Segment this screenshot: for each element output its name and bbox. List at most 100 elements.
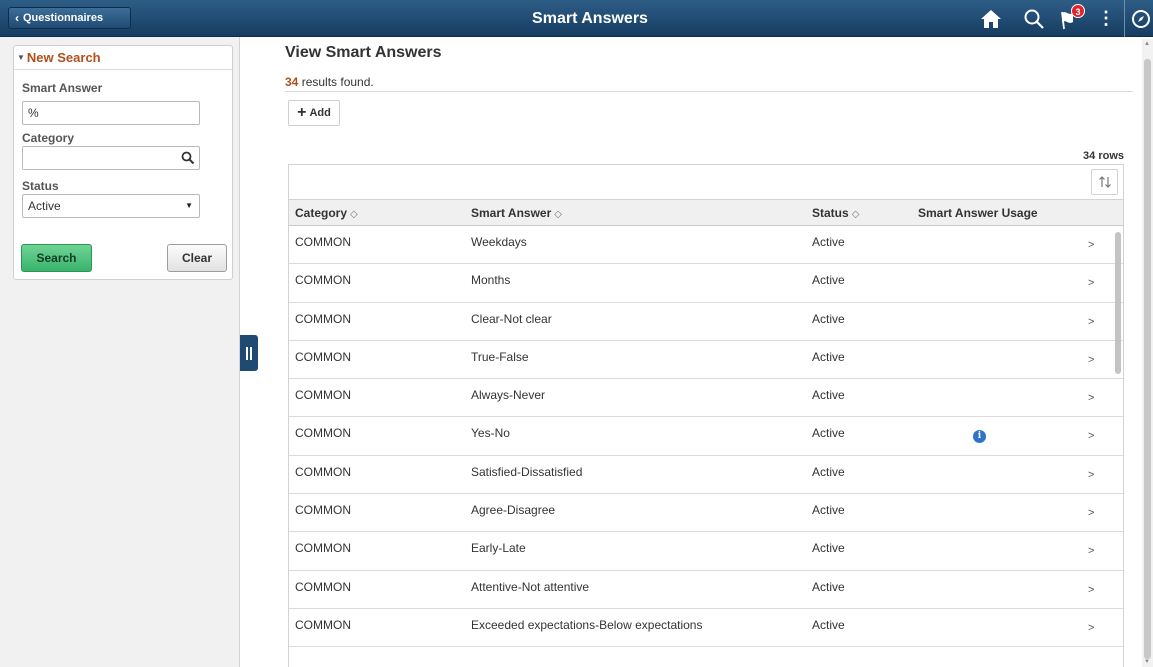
status-cell: Active — [812, 541, 845, 556]
smart-answer-cell: Attentive-Not attentive — [471, 579, 590, 594]
table-row[interactable]: COMMON Exceeded expectations-Below expec… — [289, 608, 1123, 648]
sort-icon: ◇ — [554, 209, 562, 220]
status-cell: Active — [812, 617, 845, 632]
scroll-up-arrow-icon[interactable]: ▲ — [1144, 41, 1150, 47]
home-icon[interactable] — [979, 7, 1003, 31]
column-header-label: Smart Answer — [471, 206, 552, 220]
chevron-right-icon[interactable]: > — [1088, 316, 1094, 328]
smart-answer-cell: True-False — [471, 349, 529, 364]
category-cell: COMMON — [295, 235, 351, 249]
search-criteria-box: ▼ New Search Smart Answer Category Statu… — [13, 45, 233, 280]
status-cell: Active — [812, 464, 845, 479]
smart-answer-input[interactable] — [22, 101, 200, 125]
column-header-label: Smart Answer Usage — [918, 206, 1038, 220]
notification-badge: 3 — [1071, 4, 1085, 18]
grid-scrollbar-thumb[interactable] — [1115, 232, 1121, 374]
grid-scrollbar[interactable] — [1115, 228, 1123, 667]
table-row[interactable]: COMMON Satisfied-Dissatisfied Active > — [289, 455, 1123, 495]
chevron-right-icon[interactable]: > — [1088, 277, 1094, 289]
search-panel: ▼ New Search Smart Answer Category Statu… — [0, 37, 240, 667]
grid-header: Category ◇ Smart Answer ◇ Status ◇ Smart An… — [289, 200, 1123, 226]
smart-answer-cell: Agree-Disagree — [471, 503, 556, 518]
status-cell: Active — [812, 503, 845, 518]
table-row[interactable]: COMMON Yes-No Active i > — [289, 417, 1123, 456]
column-header-usage: Smart Answer Usage — [918, 200, 1038, 226]
smart-answer-label: Smart Answer — [22, 81, 103, 95]
category-cell: COMMON — [295, 349, 351, 364]
category-label: Category — [22, 131, 75, 145]
table-row[interactable]: COMMON Clear-Not clear Active > — [289, 302, 1123, 341]
chevron-right-icon[interactable]: > — [1088, 239, 1094, 251]
sort-arrows-icon[interactable] — [1091, 169, 1118, 195]
add-button-label: Add — [309, 107, 331, 119]
sort-icon: ◇ — [851, 209, 860, 220]
status-label: Status — [22, 179, 59, 193]
panel-collapse-handle[interactable] — [240, 335, 258, 371]
column-header-smart-answer[interactable]: Smart Answer ◇ — [471, 200, 562, 228]
table-row[interactable]: COMMON Attentive-Not attentive Active > — [289, 570, 1123, 609]
search-icon[interactable] — [1022, 7, 1046, 31]
status-cell: Active — [812, 349, 845, 364]
table-row[interactable]: COMMON True-False Active > — [289, 340, 1123, 380]
category-field — [22, 146, 200, 170]
status-cell: Active — [812, 311, 845, 326]
kebab-menu-icon[interactable]: ⋮ — [1094, 7, 1118, 31]
smart-answer-cell: Months — [471, 273, 511, 288]
pause-bar-icon — [246, 346, 248, 360]
chevron-right-icon[interactable]: > — [1088, 584, 1094, 596]
dropdown-arrow-icon: ▼ — [185, 201, 193, 210]
category-cell: COMMON — [295, 503, 351, 518]
smart-answer-cell: Weekdays — [471, 235, 527, 249]
table-row[interactable]: COMMON Weekdays Active > — [289, 226, 1123, 265]
smart-answer-cell: Always-Never — [471, 388, 546, 403]
status-cell: Active — [812, 235, 845, 249]
chevron-right-icon[interactable]: > — [1088, 354, 1094, 366]
table-row[interactable] — [289, 647, 1123, 667]
chevron-right-icon[interactable]: > — [1088, 622, 1094, 634]
status-cell: Active — [812, 388, 845, 403]
category-cell: COMMON — [295, 617, 351, 632]
back-button[interactable]: ‹ Questionnaires — [8, 7, 131, 29]
magnifier-icon[interactable] — [181, 151, 195, 165]
back-button-label: Questionnaires — [23, 12, 104, 24]
info-icon[interactable]: i — [973, 430, 986, 444]
column-header-label: Status — [812, 206, 849, 220]
sort-icon: ◇ — [350, 209, 358, 220]
chevron-right-icon[interactable]: > — [1088, 545, 1094, 557]
column-header-status[interactable]: Status ◇ — [812, 200, 859, 228]
flag-icon[interactable]: 3 — [1059, 4, 1085, 31]
chevron-right-icon[interactable]: > — [1088, 430, 1094, 442]
table-row[interactable]: COMMON Months Active > — [289, 264, 1123, 303]
page-scrollbar[interactable]: ▲ ▼ — [1142, 39, 1153, 667]
banner-divider — [1124, 0, 1125, 37]
pause-bar-icon — [250, 346, 252, 360]
clear-button[interactable]: Clear — [167, 244, 227, 272]
title-divider — [285, 91, 1133, 92]
add-button[interactable]: + Add — [288, 100, 340, 126]
page-scrollbar-thumb[interactable] — [1144, 59, 1151, 659]
new-search-toggle[interactable]: ▼ New Search — [14, 46, 232, 70]
column-header-category[interactable]: Category ◇ — [295, 200, 358, 228]
smart-answer-cell: Early-Late — [471, 541, 526, 556]
table-row[interactable]: COMMON Early-Late Active > — [289, 532, 1123, 571]
compass-icon[interactable] — [1129, 7, 1153, 31]
chevron-right-icon[interactable]: > — [1088, 507, 1094, 519]
chevron-right-icon[interactable]: > — [1088, 392, 1094, 404]
results-count: 34 — [285, 75, 299, 89]
table-row[interactable]: COMMON Agree-Disagree Active > — [289, 494, 1123, 533]
category-cell: COMMON — [295, 311, 351, 326]
status-cell: Active — [812, 273, 845, 288]
scroll-down-arrow-icon[interactable]: ▼ — [1144, 659, 1150, 665]
category-cell: COMMON — [295, 579, 351, 594]
search-button[interactable]: Search — [21, 244, 92, 272]
plus-icon: + — [297, 104, 307, 121]
category-input[interactable] — [23, 147, 173, 169]
chevron-right-icon[interactable]: > — [1088, 469, 1094, 481]
smart-answer-cell: Yes-No — [471, 426, 510, 441]
table-row[interactable]: COMMON Always-Never Active > — [289, 379, 1123, 418]
status-select[interactable]: Active ▼ — [22, 194, 200, 218]
new-search-label: New Search — [26, 50, 101, 65]
caret-down-icon: ▼ — [17, 53, 25, 62]
top-banner: ‹ Questionnaires Smart Answers 3 ⋮ — [0, 0, 1153, 37]
category-cell: COMMON — [295, 388, 351, 403]
